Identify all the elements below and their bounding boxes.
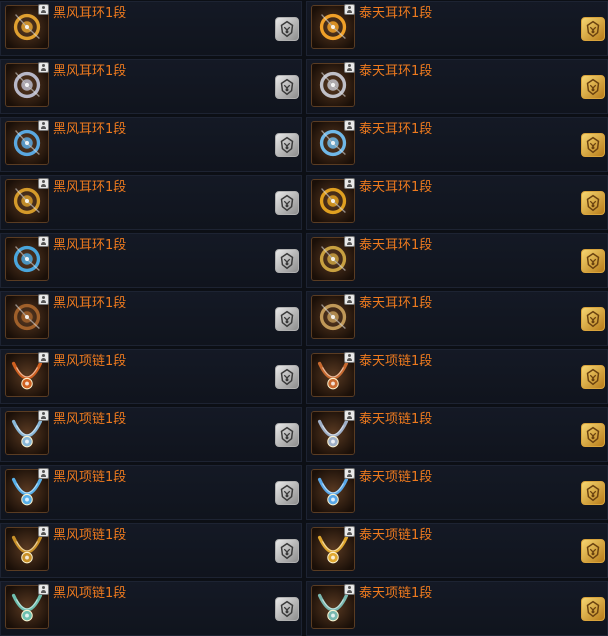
character-bound-icon <box>344 4 355 15</box>
item-slot-left[interactable]: 黑风项链1段 <box>0 407 302 462</box>
item-slot-left[interactable]: 黑风项链1段 <box>0 581 302 636</box>
item-name: 泰天项链1段 <box>359 470 433 485</box>
item-slot-right[interactable]: 泰天项链1段 <box>306 465 608 520</box>
character-bound-icon <box>344 410 355 421</box>
item-slot-right[interactable]: 泰天项链1段 <box>306 349 608 404</box>
character-bound-icon <box>38 62 49 73</box>
gold-crest-icon[interactable] <box>581 249 605 273</box>
item-name: 黑风项链1段 <box>53 412 127 427</box>
item-slot-left[interactable]: 黑风耳环1段 <box>0 291 302 346</box>
item-grid: 黑风耳环1段 泰天耳环1段 黑风耳环1段 泰天耳环1段 黑风耳环1段 泰天耳环1段 黑风耳环… <box>0 0 608 636</box>
silver-crest-icon[interactable] <box>275 423 299 447</box>
item-name: 泰天项链1段 <box>359 528 433 543</box>
item-slot-left[interactable]: 黑风耳环1段 <box>0 175 302 230</box>
item-name: 泰天耳环1段 <box>359 122 433 137</box>
character-bound-icon <box>344 120 355 131</box>
item-name: 泰天耳环1段 <box>359 64 433 79</box>
gold-crest-icon[interactable] <box>581 191 605 215</box>
item-name: 黑风耳环1段 <box>53 238 127 253</box>
item-name: 泰天耳环1段 <box>359 180 433 195</box>
item-slot-left[interactable]: 黑风项链1段 <box>0 349 302 404</box>
silver-crest-icon[interactable] <box>275 365 299 389</box>
gold-crest-icon[interactable] <box>581 539 605 563</box>
silver-crest-icon[interactable] <box>275 133 299 157</box>
character-bound-icon <box>38 584 49 595</box>
item-slot-left[interactable]: 黑风项链1段 <box>0 523 302 578</box>
item-name: 泰天耳环1段 <box>359 6 433 21</box>
gold-crest-icon[interactable] <box>581 133 605 157</box>
item-slot-right[interactable]: 泰天耳环1段 <box>306 175 608 230</box>
character-bound-icon <box>38 352 49 363</box>
item-slot-right[interactable]: 泰天项链1段 <box>306 523 608 578</box>
item-slot-right[interactable]: 泰天项链1段 <box>306 407 608 462</box>
item-name: 黑风项链1段 <box>53 354 127 369</box>
item-slot-right[interactable]: 泰天耳环1段 <box>306 59 608 114</box>
gold-crest-icon[interactable] <box>581 307 605 331</box>
item-slot-left[interactable]: 黑风耳环1段 <box>0 233 302 288</box>
item-slot-left[interactable]: 黑风耳环1段 <box>0 1 302 56</box>
character-bound-icon <box>344 584 355 595</box>
silver-crest-icon[interactable] <box>275 249 299 273</box>
gold-crest-icon[interactable] <box>581 423 605 447</box>
item-slot-right[interactable]: 泰天耳环1段 <box>306 291 608 346</box>
item-name: 泰天项链1段 <box>359 412 433 427</box>
silver-crest-icon[interactable] <box>275 597 299 621</box>
item-name: 黑风项链1段 <box>53 470 127 485</box>
silver-crest-icon[interactable] <box>275 75 299 99</box>
character-bound-icon <box>38 526 49 537</box>
character-bound-icon <box>38 294 49 305</box>
silver-crest-icon[interactable] <box>275 307 299 331</box>
item-name: 泰天项链1段 <box>359 354 433 369</box>
character-bound-icon <box>344 468 355 479</box>
item-name: 黑风耳环1段 <box>53 296 127 311</box>
character-bound-icon <box>344 236 355 247</box>
item-name: 黑风项链1段 <box>53 586 127 601</box>
character-bound-icon <box>344 62 355 73</box>
silver-crest-icon[interactable] <box>275 481 299 505</box>
gold-crest-icon[interactable] <box>581 17 605 41</box>
item-slot-left[interactable]: 黑风项链1段 <box>0 465 302 520</box>
item-name: 黑风项链1段 <box>53 528 127 543</box>
item-name: 泰天项链1段 <box>359 586 433 601</box>
item-name: 泰天耳环1段 <box>359 296 433 311</box>
character-bound-icon <box>38 236 49 247</box>
gold-crest-icon[interactable] <box>581 481 605 505</box>
character-bound-icon <box>344 352 355 363</box>
item-name: 黑风耳环1段 <box>53 122 127 137</box>
character-bound-icon <box>38 120 49 131</box>
item-slot-left[interactable]: 黑风耳环1段 <box>0 117 302 172</box>
character-bound-icon <box>38 4 49 15</box>
item-name: 泰天耳环1段 <box>359 238 433 253</box>
character-bound-icon <box>38 178 49 189</box>
silver-crest-icon[interactable] <box>275 539 299 563</box>
gold-crest-icon[interactable] <box>581 597 605 621</box>
item-slot-right[interactable]: 泰天项链1段 <box>306 581 608 636</box>
gold-crest-icon[interactable] <box>581 75 605 99</box>
item-name: 黑风耳环1段 <box>53 6 127 21</box>
silver-crest-icon[interactable] <box>275 17 299 41</box>
character-bound-icon <box>38 410 49 421</box>
character-bound-icon <box>344 178 355 189</box>
item-slot-right[interactable]: 泰天耳环1段 <box>306 233 608 288</box>
item-name: 黑风耳环1段 <box>53 64 127 79</box>
character-bound-icon <box>344 294 355 305</box>
silver-crest-icon[interactable] <box>275 191 299 215</box>
item-slot-right[interactable]: 泰天耳环1段 <box>306 1 608 56</box>
character-bound-icon <box>38 468 49 479</box>
gold-crest-icon[interactable] <box>581 365 605 389</box>
item-slot-left[interactable]: 黑风耳环1段 <box>0 59 302 114</box>
item-slot-right[interactable]: 泰天耳环1段 <box>306 117 608 172</box>
character-bound-icon <box>344 526 355 537</box>
item-name: 黑风耳环1段 <box>53 180 127 195</box>
